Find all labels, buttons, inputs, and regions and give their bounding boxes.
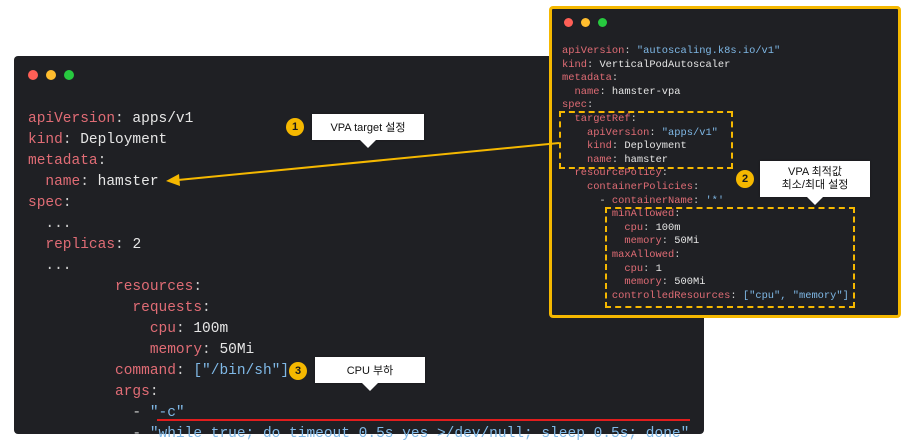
callout-3: CPU 부하 xyxy=(315,357,425,391)
target-arrow-line xyxy=(177,142,560,181)
callout-2-text-line2: 최소/최대 설정 xyxy=(781,179,849,191)
callout-2-badge: 2 xyxy=(736,170,754,188)
callout-1-badge: 1 xyxy=(286,118,304,136)
callout-2-text-line1: VPA 최적값 xyxy=(787,166,842,178)
callout-1: VPA target 설정 xyxy=(312,114,424,148)
callout-1-text: VPA target 설정 xyxy=(330,122,406,134)
callout-3-badge: 3 xyxy=(289,362,307,380)
callout-3-text: CPU 부하 xyxy=(346,365,394,377)
callout-2: VPA 최적값 최소/최대 설정 xyxy=(760,161,870,205)
annotation-overlay xyxy=(157,142,690,421)
target-arrow-head xyxy=(166,174,180,186)
